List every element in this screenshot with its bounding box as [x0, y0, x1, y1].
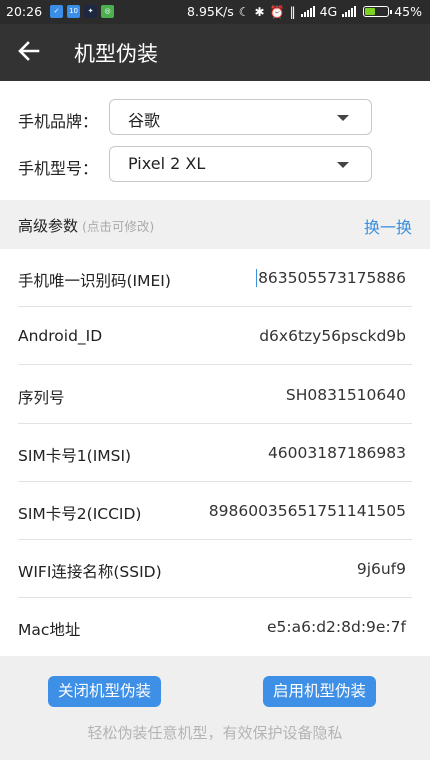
disable-disguise-button[interactable]: 关闭机型伪装 [48, 676, 162, 707]
alarm-icon: ⏰ [269, 4, 285, 19]
battery-icon [363, 6, 393, 17]
param-value[interactable]: e5:a6:d2:8d:9e:7f [267, 618, 406, 636]
divider [18, 364, 412, 365]
param-row-ssid[interactable]: WIFI连接名称(SSID) 9j6uf9 [0, 540, 430, 598]
network-type: 4G [319, 4, 338, 19]
param-key: SIM卡号1(IMSI) [18, 447, 132, 465]
game-notify-icon: ✦ [84, 5, 97, 18]
battery-level [365, 8, 376, 15]
param-value[interactable]: SH0831510640 [286, 386, 406, 404]
param-key: SIM卡号2(ICCID) [18, 505, 142, 523]
qq-notify-icon: 10 [67, 5, 80, 18]
brand-select[interactable]: 谷歌 [109, 99, 372, 135]
status-bar: 20:26 ✓ 10 ✦ ◎ 8.95K/s ☾ ✱ ⏰ ‖ 4G 45% [0, 0, 430, 24]
status-right: 8.95K/s ☾ ✱ ⏰ ‖ 4G 45% [187, 4, 422, 19]
model-select[interactable]: Pixel 2 XL [109, 146, 372, 182]
param-key: WIFI连接名称(SSID) [18, 563, 162, 581]
back-arrow-icon[interactable] [14, 36, 44, 66]
clock: 20:26 [6, 4, 43, 19]
wechat-notify-icon: ◎ [101, 5, 114, 18]
app-bar: 机型伪装 [0, 24, 430, 81]
model-label: 手机型号： [18, 159, 99, 178]
model-row: 手机型号： Pixel 2 XL [0, 146, 430, 186]
bluetooth-icon: ✱ [254, 4, 265, 19]
param-value[interactable]: 9j6uf9 [357, 560, 406, 578]
param-value[interactable]: 89860035651751141505 [209, 502, 406, 520]
advanced-title: 高级参数 (点击可修改) [18, 215, 154, 236]
enable-disguise-button[interactable]: 启用机型伪装 [263, 676, 377, 707]
param-key: 手机唯一识别码(IMEI) [18, 272, 171, 290]
advanced-header: 高级参数 (点击可修改) 换一换 [0, 200, 430, 249]
param-row-android-id[interactable]: Android_ID d6x6tzy56psckd9b [0, 307, 430, 365]
param-value[interactable]: d6x6tzy56psckd9b [259, 327, 406, 345]
param-row-imei[interactable]: 手机唯一识别码(IMEI) 863505573175886 [0, 249, 430, 307]
advanced-title-text: 高级参数 [18, 217, 79, 235]
param-key: Mac地址 [18, 621, 81, 639]
notification-icons: ✓ 10 ✦ ◎ [50, 5, 114, 18]
brand-row: 手机品牌： 谷歌 [0, 99, 430, 139]
dropdown-caret-icon [337, 115, 349, 121]
footer-slogan: 轻松伪装任意机型，有效保护设备隐私 [87, 724, 343, 742]
param-value[interactable]: 46003187186983 [268, 444, 406, 462]
app-notify-icon: ✓ [50, 5, 63, 18]
net-speed: 8.95K/s [187, 4, 234, 19]
model-value: Pixel 2 XL [128, 154, 206, 173]
param-row-imsi[interactable]: SIM卡号1(IMSI) 46003187186983 [0, 424, 430, 482]
signal-icon [300, 6, 315, 17]
footer: 关闭机型伪装 启用机型伪装 轻松伪装任意机型，有效保护设备隐私 [0, 656, 430, 760]
battery-percent: 45% [394, 4, 422, 19]
brand-value: 谷歌 [128, 111, 161, 130]
signal-icon-2 [342, 6, 357, 17]
param-row-mac[interactable]: Mac地址 e5:a6:d2:8d:9e:7f [0, 598, 430, 656]
brand-label: 手机品牌： [18, 112, 99, 131]
param-row-iccid[interactable]: SIM卡号2(ICCID) 89860035651751141505 [0, 482, 430, 540]
shuffle-link[interactable]: 换一换 [364, 214, 412, 238]
param-key: 序列号 [18, 389, 65, 407]
param-key: Android_ID [18, 327, 103, 345]
dropdown-caret-icon [337, 162, 349, 168]
vibrate-icon: ‖ [289, 4, 296, 19]
param-value[interactable]: 863505573175886 [256, 269, 406, 287]
page-title: 机型伪装 [74, 42, 158, 66]
param-row-serial[interactable]: 序列号 SH0831510640 [0, 366, 430, 424]
advanced-hint: (点击可修改) [82, 219, 155, 234]
moon-icon: ☾ [238, 4, 250, 19]
